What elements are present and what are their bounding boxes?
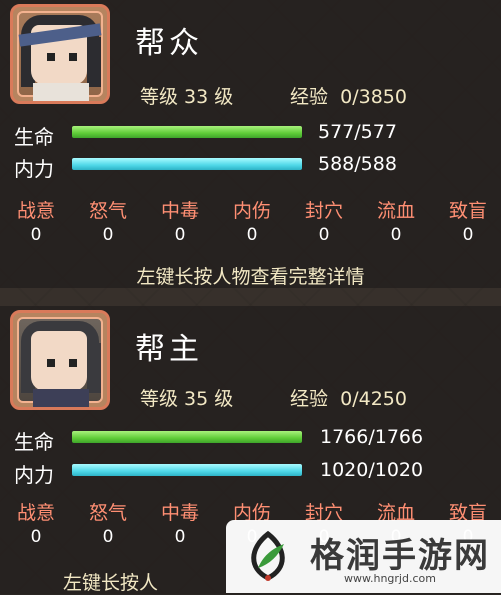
portrait-1[interactable]: [10, 4, 110, 104]
status-item: 内伤 0: [222, 196, 282, 245]
status-label: 中毒: [160, 200, 199, 222]
hp-bar: [72, 431, 302, 443]
status-item: 怒气 0: [78, 498, 138, 547]
watermark: 格润手游网 www.hngrjd.com: [226, 520, 501, 593]
status-label: 怒气: [88, 502, 127, 524]
level-text: 等级 35 级: [140, 388, 234, 410]
status-value: 0: [30, 527, 42, 547]
hp-value: 577/577: [318, 121, 397, 143]
exp-value: 0/3850: [340, 86, 407, 108]
background-strip: [0, 288, 501, 306]
leaf-logo-icon: [251, 530, 285, 581]
status-item: 流血 0: [366, 196, 426, 245]
mp-label: 内力: [14, 157, 54, 181]
status-value: 0: [174, 225, 186, 245]
status-label: 中毒: [160, 502, 199, 524]
status-item: 致盲 0: [438, 196, 498, 245]
watermark-url: www.hngrjd.com: [344, 572, 436, 585]
character-name: 帮主: [135, 332, 203, 367]
character-name: 帮众: [135, 26, 203, 61]
status-value: 0: [174, 527, 186, 547]
status-item: 战意 0: [6, 498, 66, 547]
status-item: 怒气 0: [78, 196, 138, 245]
mp-value: 1020/1020: [320, 459, 424, 481]
status-value: 0: [390, 225, 402, 245]
hp-label: 生命: [14, 125, 54, 149]
status-label: 流血: [376, 200, 415, 222]
character-card-1[interactable]: 帮众 等级 33 级 经验 0/3850 生命 577/577 内力 588/5…: [0, 0, 501, 288]
exp-readout: 经验 0/4250: [290, 384, 407, 411]
status-item: 封穴 0: [294, 196, 354, 245]
hp-bar: [72, 126, 302, 138]
status-value: 0: [102, 225, 114, 245]
level-text: 等级 33 级: [140, 86, 234, 108]
status-label: 致盲: [448, 200, 487, 222]
exp-value: 0/4250: [340, 388, 407, 410]
status-label: 封穴: [304, 200, 343, 222]
hp-label: 生命: [14, 430, 54, 454]
status-label: 怒气: [88, 200, 127, 222]
status-label: 战意: [16, 200, 55, 222]
status-value: 0: [462, 225, 474, 245]
status-label: 内伤: [232, 200, 271, 222]
detail-hint: 左键长按人物查看完整详情: [136, 266, 365, 288]
status-label: 战意: [16, 502, 55, 524]
mp-label: 内力: [14, 463, 54, 487]
status-item: 中毒 0: [150, 498, 210, 547]
status-value: 0: [246, 225, 258, 245]
status-value: 0: [102, 527, 114, 547]
status-value: 0: [30, 225, 42, 245]
mp-bar: [72, 158, 302, 170]
hp-value: 1766/1766: [320, 426, 424, 448]
watermark-title: 格润手游网: [310, 536, 490, 576]
exp-label: 经验: [290, 388, 329, 410]
status-row: 战意 0 怒气 0 中毒 0 内伤 0 封穴 0 流血 0 致盲 0: [0, 196, 501, 246]
status-item: 中毒 0: [150, 196, 210, 245]
mp-value: 588/588: [318, 153, 397, 175]
exp-readout: 经验 0/3850: [290, 82, 407, 109]
mp-bar: [72, 464, 302, 476]
portrait-2[interactable]: [10, 310, 110, 410]
status-item: 战意 0: [6, 196, 66, 245]
exp-label: 经验: [290, 86, 329, 108]
status-value: 0: [318, 225, 330, 245]
